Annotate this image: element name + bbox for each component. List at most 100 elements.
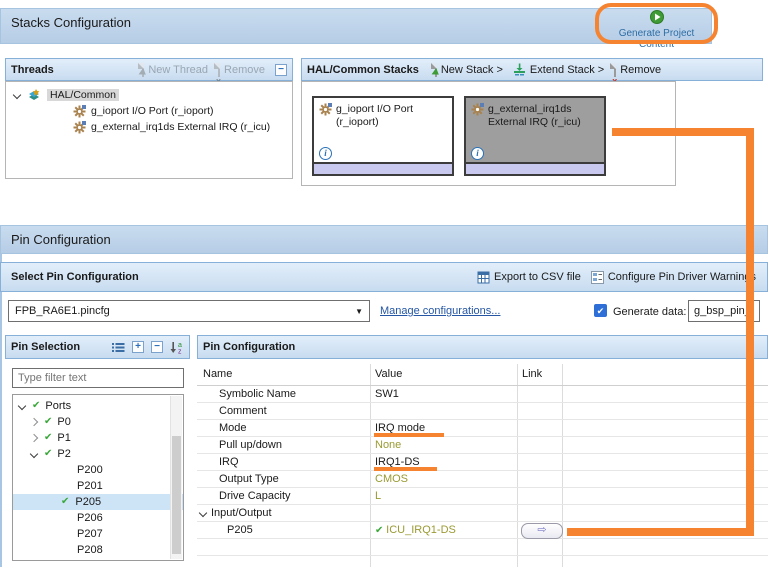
- module-icon: [319, 103, 332, 129]
- table-row[interactable]: Mode IRQ mode: [197, 420, 768, 437]
- link-arrow-button[interactable]: ⇨: [521, 523, 563, 539]
- stack-card-footer: [466, 162, 604, 174]
- pin-config-table: Name Value Link Symbolic Name SW1 Comment Mode…: [197, 364, 768, 567]
- extend-stack-button[interactable]: Extend Stack >: [513, 63, 604, 76]
- info-icon[interactable]: i: [471, 147, 484, 160]
- pin-tree-label: P200: [77, 464, 103, 476]
- collapse-all-icon[interactable]: −: [151, 341, 163, 353]
- tree-expander-icon[interactable]: [29, 417, 39, 427]
- row-name: Mode: [219, 422, 247, 434]
- stack-card-footer: [314, 162, 452, 174]
- manage-configurations-link[interactable]: Manage configurations...: [380, 305, 500, 317]
- column-header: Link: [522, 368, 543, 380]
- check-icon: ✔: [375, 525, 387, 536]
- thread-tree-item[interactable]: g_ioport I/O Port (r_ioport): [6, 103, 292, 119]
- table-row[interactable]: Pull up/down None: [197, 437, 768, 454]
- new-thread-button[interactable]: New Thread: [142, 62, 208, 77]
- export-csv-icon: [477, 271, 490, 284]
- pin-tree-label: Ports: [45, 400, 72, 412]
- pin-tree-label: P208: [77, 544, 103, 556]
- pin-tree-item[interactable]: ✔ P1: [13, 430, 183, 446]
- pincfg-dropdown[interactable]: FPB_RA6E1.pincfg ▼: [8, 300, 370, 322]
- pin-tree-item[interactable]: ✔ P0: [13, 414, 183, 430]
- configure-pin-driver-warnings-button[interactable]: Configure Pin Driver Warnings: [590, 270, 756, 284]
- table-row[interactable]: Drive Capacity L: [197, 488, 768, 505]
- generate-data-checkbox[interactable]: ✔: [594, 304, 607, 317]
- tree-expander-icon[interactable]: [198, 508, 208, 518]
- module-icon: [73, 120, 86, 134]
- table-row[interactable]: Input/Output: [197, 505, 768, 522]
- threads-title: Threads: [11, 63, 54, 76]
- export-csv-button[interactable]: Export to CSV file: [477, 271, 581, 284]
- pin-selection-tree: ✔ Ports ✔ P0 ✔ P1 ✔ P2 P200 P201 ✔ P205 P206 P207 P208: [12, 394, 184, 561]
- generate-project-content-button[interactable]: Generate Project Content: [600, 10, 713, 50]
- pin-tree-item[interactable]: ✔ P205: [13, 494, 183, 510]
- table-row[interactable]: [197, 556, 768, 567]
- row-name: IRQ: [219, 456, 239, 468]
- row-name: Comment: [219, 405, 267, 417]
- threads-tree: HAL/Common g_ioport I/O Port (r_ioport) g_…: [5, 81, 293, 179]
- check-icon: ✔: [32, 400, 41, 411]
- pin-tree-item[interactable]: ✔ P2: [13, 446, 183, 462]
- connector-top-segment: [612, 128, 754, 136]
- generate-project-content-label: Generate Project Content: [618, 28, 695, 50]
- check-icon: ✔: [44, 416, 53, 427]
- scrollbar-thumb[interactable]: [172, 436, 181, 554]
- pin-tree-item[interactable]: ✔ Ports: [13, 398, 183, 414]
- connector-bottom-segment: [567, 528, 754, 536]
- orange-underline-annotation: [374, 467, 437, 471]
- pin-tree-label: P207: [77, 528, 103, 540]
- thread-tree-label: g_external_irq1ds External IRQ (r_icu): [91, 121, 271, 133]
- generate-data-label: Generate data:: [613, 306, 687, 318]
- row-value[interactable]: SW1: [375, 388, 399, 400]
- collapse-all-icon[interactable]: −: [275, 63, 287, 76]
- new-stack-button[interactable]: New Stack >: [434, 62, 503, 77]
- threads-panel-header: Threads New Thread Remove −: [5, 58, 293, 81]
- pin-filter-input[interactable]: [12, 368, 184, 388]
- pin-tree-item[interactable]: P201: [13, 478, 183, 494]
- pin-tree-item[interactable]: P200: [13, 462, 183, 478]
- pin-tree-label: P1: [57, 432, 71, 444]
- column-header: Name: [203, 368, 233, 380]
- select-pin-configuration-title: Select Pin Configuration: [11, 271, 139, 283]
- info-icon[interactable]: i: [319, 147, 332, 160]
- show-as-list-icon[interactable]: [112, 342, 125, 353]
- connector-vertical-segment: [746, 128, 754, 536]
- table-row[interactable]: Symbolic Name SW1: [197, 386, 768, 403]
- row-name: Input/Output: [211, 507, 272, 519]
- table-row[interactable]: Output Type CMOS: [197, 471, 768, 488]
- remove-stack-button[interactable]: Remove: [614, 62, 661, 77]
- row-value[interactable]: ✔ ICU_IRQ1-DS: [375, 524, 456, 536]
- tree-expander-icon[interactable]: [29, 449, 39, 459]
- row-value[interactable]: L: [375, 490, 381, 502]
- view-left-border: [0, 254, 2, 567]
- pincfg-dropdown-value: FPB_RA6E1.pincfg: [15, 305, 110, 317]
- table-row[interactable]: Comment: [197, 403, 768, 420]
- stack-card[interactable]: g_ioport I/O Port (r_ioport) i: [312, 96, 454, 176]
- sort-az-icon[interactable]: az: [170, 341, 184, 355]
- tree-expander-icon[interactable]: [17, 401, 27, 411]
- pin-tree-label: P2: [57, 448, 71, 460]
- pin-selection-title: Pin Selection: [11, 341, 81, 353]
- table-row[interactable]: IRQ IRQ1-DS: [197, 454, 768, 471]
- pin-selection-header: Pin Selection + − az: [5, 335, 190, 359]
- pin-tree-item[interactable]: P207: [13, 526, 183, 542]
- pin-configuration-bar: Pin Configuration: [0, 225, 768, 254]
- table-row[interactable]: [197, 539, 768, 556]
- configure-warnings-icon: [590, 270, 604, 284]
- pin-tree-item[interactable]: P206: [13, 510, 183, 526]
- stack-card[interactable]: g_external_irq1ds External IRQ (r_icu)i: [464, 96, 606, 176]
- thread-tree-item[interactable]: g_external_irq1ds External IRQ (r_icu): [6, 119, 292, 135]
- pin-config-table-header: Pin Configuration: [197, 335, 768, 359]
- pin-tree-item[interactable]: P208: [13, 542, 183, 558]
- expand-all-icon[interactable]: +: [132, 341, 144, 353]
- scrollbar[interactable]: [170, 396, 182, 559]
- row-value[interactable]: CMOS: [375, 473, 408, 485]
- thread-tree-item[interactable]: HAL/Common: [6, 87, 292, 103]
- stack-card-label: g_external_irq1ds External IRQ (r_icu): [488, 103, 581, 128]
- pin-configuration-title: Pin Configuration: [11, 232, 111, 247]
- tree-expander-icon[interactable]: [29, 433, 39, 443]
- tree-expander-icon[interactable]: [12, 90, 22, 100]
- row-value[interactable]: None: [375, 439, 401, 451]
- remove-thread-button[interactable]: Remove: [218, 62, 265, 77]
